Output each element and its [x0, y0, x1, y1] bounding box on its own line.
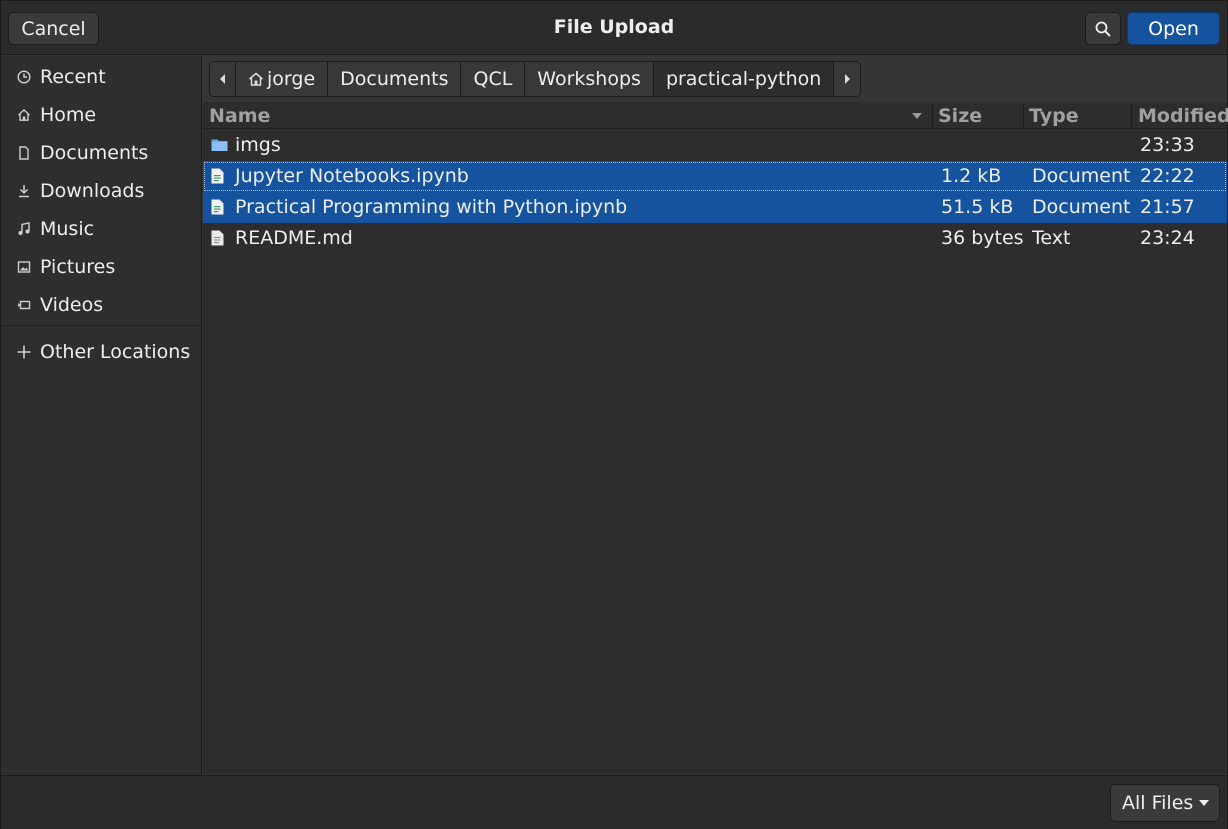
path-segment-label: jorge [267, 68, 316, 90]
filter-label: All Files [1122, 792, 1194, 814]
path-segment-current[interactable]: practical-python [653, 62, 835, 96]
sidebar-item-home[interactable]: Home [1, 96, 201, 134]
file-row-practical-programming[interactable]: Practical Programming with Python.ipynb … [203, 192, 1227, 223]
cancel-button[interactable]: Cancel [8, 12, 99, 45]
text-file-icon [211, 230, 224, 246]
sidebar-item-other-locations[interactable]: Other Locations [1, 333, 201, 371]
footer-bar: All Files [1, 775, 1227, 829]
sidebar-item-label: Downloads [40, 180, 145, 202]
file-name: Jupyter Notebooks.ipynb [235, 165, 469, 187]
column-header-size[interactable]: Size [938, 105, 982, 127]
file-modified: 21:57 [1140, 196, 1195, 218]
sidebar-item-videos[interactable]: Videos [1, 286, 201, 324]
document-icon [17, 146, 31, 160]
sidebar-item-downloads[interactable]: Downloads [1, 172, 201, 210]
document-icon [211, 199, 224, 215]
file-name: Practical Programming with Python.ipynb [235, 196, 628, 218]
sidebar-item-label: Music [40, 218, 95, 240]
file-size: 36 bytes [941, 227, 1024, 249]
chevron-down-icon [1199, 800, 1210, 806]
file-size: 1.2 kB [941, 165, 1002, 187]
dialog-title: File Upload [553, 16, 675, 38]
file-name: README.md [235, 227, 353, 249]
path-segment-home[interactable]: jorge [236, 62, 329, 96]
column-header-name[interactable]: Name [209, 105, 270, 127]
file-type: Document [1032, 196, 1131, 218]
document-icon [211, 168, 224, 184]
music-icon [17, 222, 31, 236]
sidebar-item-label: Home [40, 104, 97, 126]
sidebar-item-label: Documents [40, 142, 149, 164]
path-bar: jorge Documents QCL Workshops practical-… [209, 61, 862, 97]
sidebar-item-label: Videos [40, 294, 104, 316]
file-row-imgs[interactable]: imgs 23:33 [203, 130, 1227, 161]
path-segment-workshops[interactable]: Workshops [525, 62, 654, 96]
column-divider[interactable] [1023, 104, 1024, 128]
sidebar-item-label: Other Locations [40, 341, 191, 363]
column-header-modified[interactable]: Modified [1138, 105, 1228, 127]
download-icon [17, 184, 31, 198]
path-scroll-left-button[interactable] [210, 62, 236, 96]
video-icon [17, 298, 31, 312]
sidebar-item-recent[interactable]: Recent [1, 58, 201, 96]
column-divider[interactable] [932, 104, 933, 128]
column-header-bar: Name Size Type Modified [203, 102, 1228, 129]
file-type: Text [1032, 227, 1071, 249]
picture-icon [17, 260, 31, 274]
search-button[interactable] [1085, 12, 1121, 45]
path-scroll-right-button[interactable] [834, 62, 861, 96]
file-size: 51.5 kB [941, 196, 1014, 218]
file-modified: 23:33 [1140, 134, 1195, 156]
column-header-type[interactable]: Type [1029, 105, 1079, 127]
file-row-jupyter-notebooks[interactable]: Jupyter Notebooks.ipynb 1.2 kB Document … [203, 161, 1227, 192]
sidebar-divider [1, 325, 201, 326]
file-upload-dialog: Cancel File Upload Open Recent Home Docu… [0, 0, 1228, 829]
search-icon [1095, 21, 1111, 37]
file-modified: 22:22 [1140, 165, 1195, 187]
sort-descending-icon [912, 113, 922, 119]
home-icon [249, 72, 263, 86]
path-segment-qcl[interactable]: QCL [461, 62, 526, 96]
sidebar-item-music[interactable]: Music [1, 210, 201, 248]
file-type: Document [1032, 165, 1131, 187]
folder-icon [211, 139, 228, 151]
chevron-right-icon [845, 74, 851, 84]
clock-icon [17, 70, 31, 84]
sidebar-item-label: Pictures [40, 256, 116, 278]
home-icon [17, 108, 31, 122]
plus-icon [17, 345, 31, 359]
chevron-left-icon [219, 74, 225, 84]
column-divider[interactable] [1131, 104, 1132, 128]
open-button[interactable]: Open [1127, 12, 1220, 45]
header-bar: Cancel File Upload Open [1, 1, 1227, 55]
places-sidebar: Recent Home Documents Downloads Music Pi… [1, 56, 202, 775]
path-segment-documents[interactable]: Documents [328, 62, 462, 96]
sidebar-item-label: Recent [40, 66, 106, 88]
file-list: Name Size Type Modified imgs 23:33 Jupyt… [203, 102, 1228, 774]
file-type-filter-dropdown[interactable]: All Files [1110, 784, 1220, 822]
file-modified: 23:24 [1140, 227, 1195, 249]
file-name: imgs [235, 134, 281, 156]
file-row-readme[interactable]: README.md 36 bytes Text 23:24 [203, 223, 1227, 254]
sidebar-item-pictures[interactable]: Pictures [1, 248, 201, 286]
sidebar-item-documents[interactable]: Documents [1, 134, 201, 172]
